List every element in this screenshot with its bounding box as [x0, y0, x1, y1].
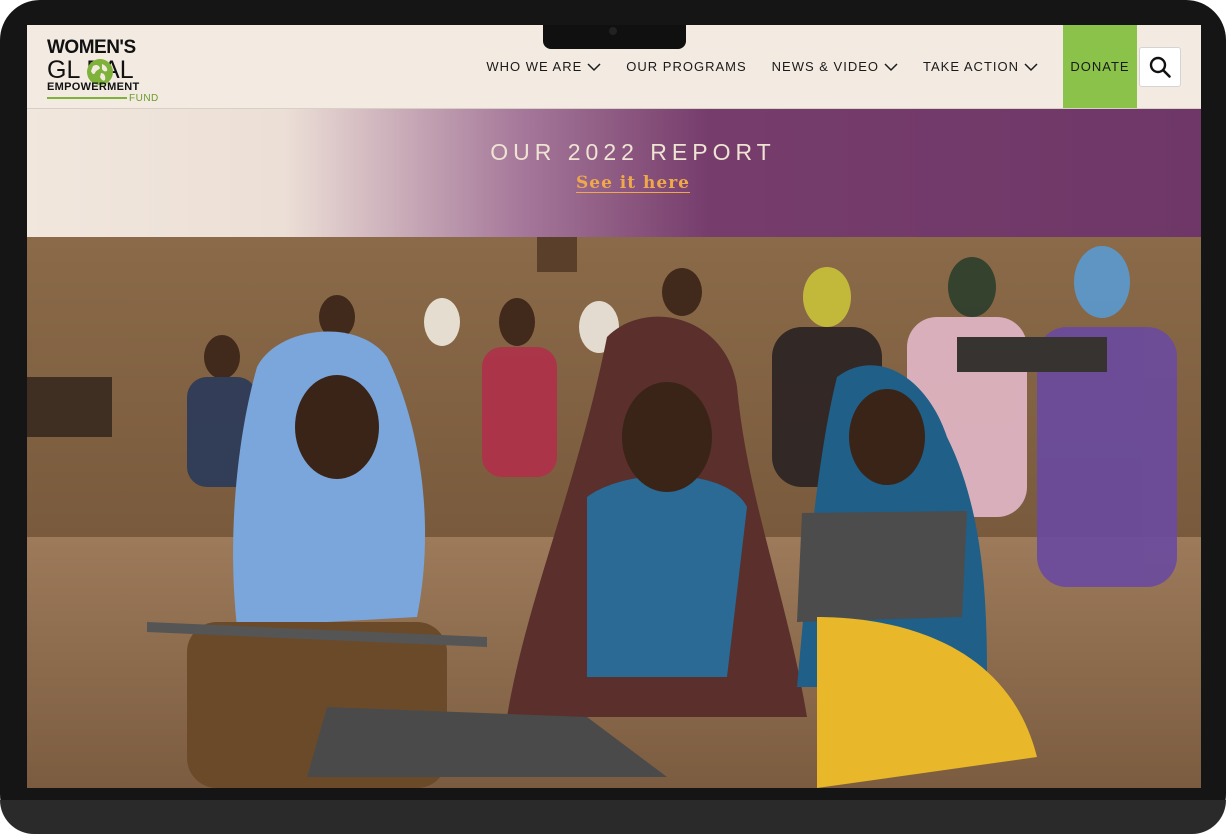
camera-icon: [609, 27, 617, 35]
nav-our-programs[interactable]: OUR PROGRAMS: [626, 59, 746, 74]
tablet-bezel-bottom: [0, 800, 1226, 834]
search-icon: [1149, 56, 1171, 78]
nav-news-video[interactable]: NEWS & VIDEO: [772, 59, 898, 74]
search-button[interactable]: [1139, 46, 1181, 87]
donate-button[interactable]: DONATE: [1063, 25, 1137, 108]
see-report-link[interactable]: See it here: [27, 173, 1201, 193]
logo-line-empowerment: EMPOWERMENT: [47, 81, 140, 93]
chevron-down-icon: [587, 62, 601, 71]
nav-label: NEWS & VIDEO: [771, 59, 879, 74]
banner-title: OUR 2022 REPORT: [490, 139, 776, 165]
logo-line-fund: FUND: [129, 93, 159, 104]
chevron-down-icon: [1024, 62, 1038, 71]
hero-image: [27, 237, 1201, 788]
browser-viewport: WOMEN'S GL BAL EMPOWERMENT FUND WHO WE A…: [27, 25, 1201, 788]
nav-take-action[interactable]: TAKE ACTION: [923, 59, 1038, 74]
logo-underline: [47, 97, 127, 99]
site-logo[interactable]: WOMEN'S GL BAL EMPOWERMENT FUND: [47, 37, 167, 105]
hero-photo: [27, 237, 1201, 788]
nav-label: OUR PROGRAMS: [626, 59, 747, 74]
report-banner: OUR 2022 REPORT See it here: [27, 109, 1201, 237]
nav-who-we-are[interactable]: WHO WE ARE: [486, 59, 601, 74]
nav-label: TAKE ACTION: [923, 59, 1019, 74]
nav-label: WHO WE ARE: [486, 59, 583, 74]
chevron-down-icon: [884, 62, 898, 71]
